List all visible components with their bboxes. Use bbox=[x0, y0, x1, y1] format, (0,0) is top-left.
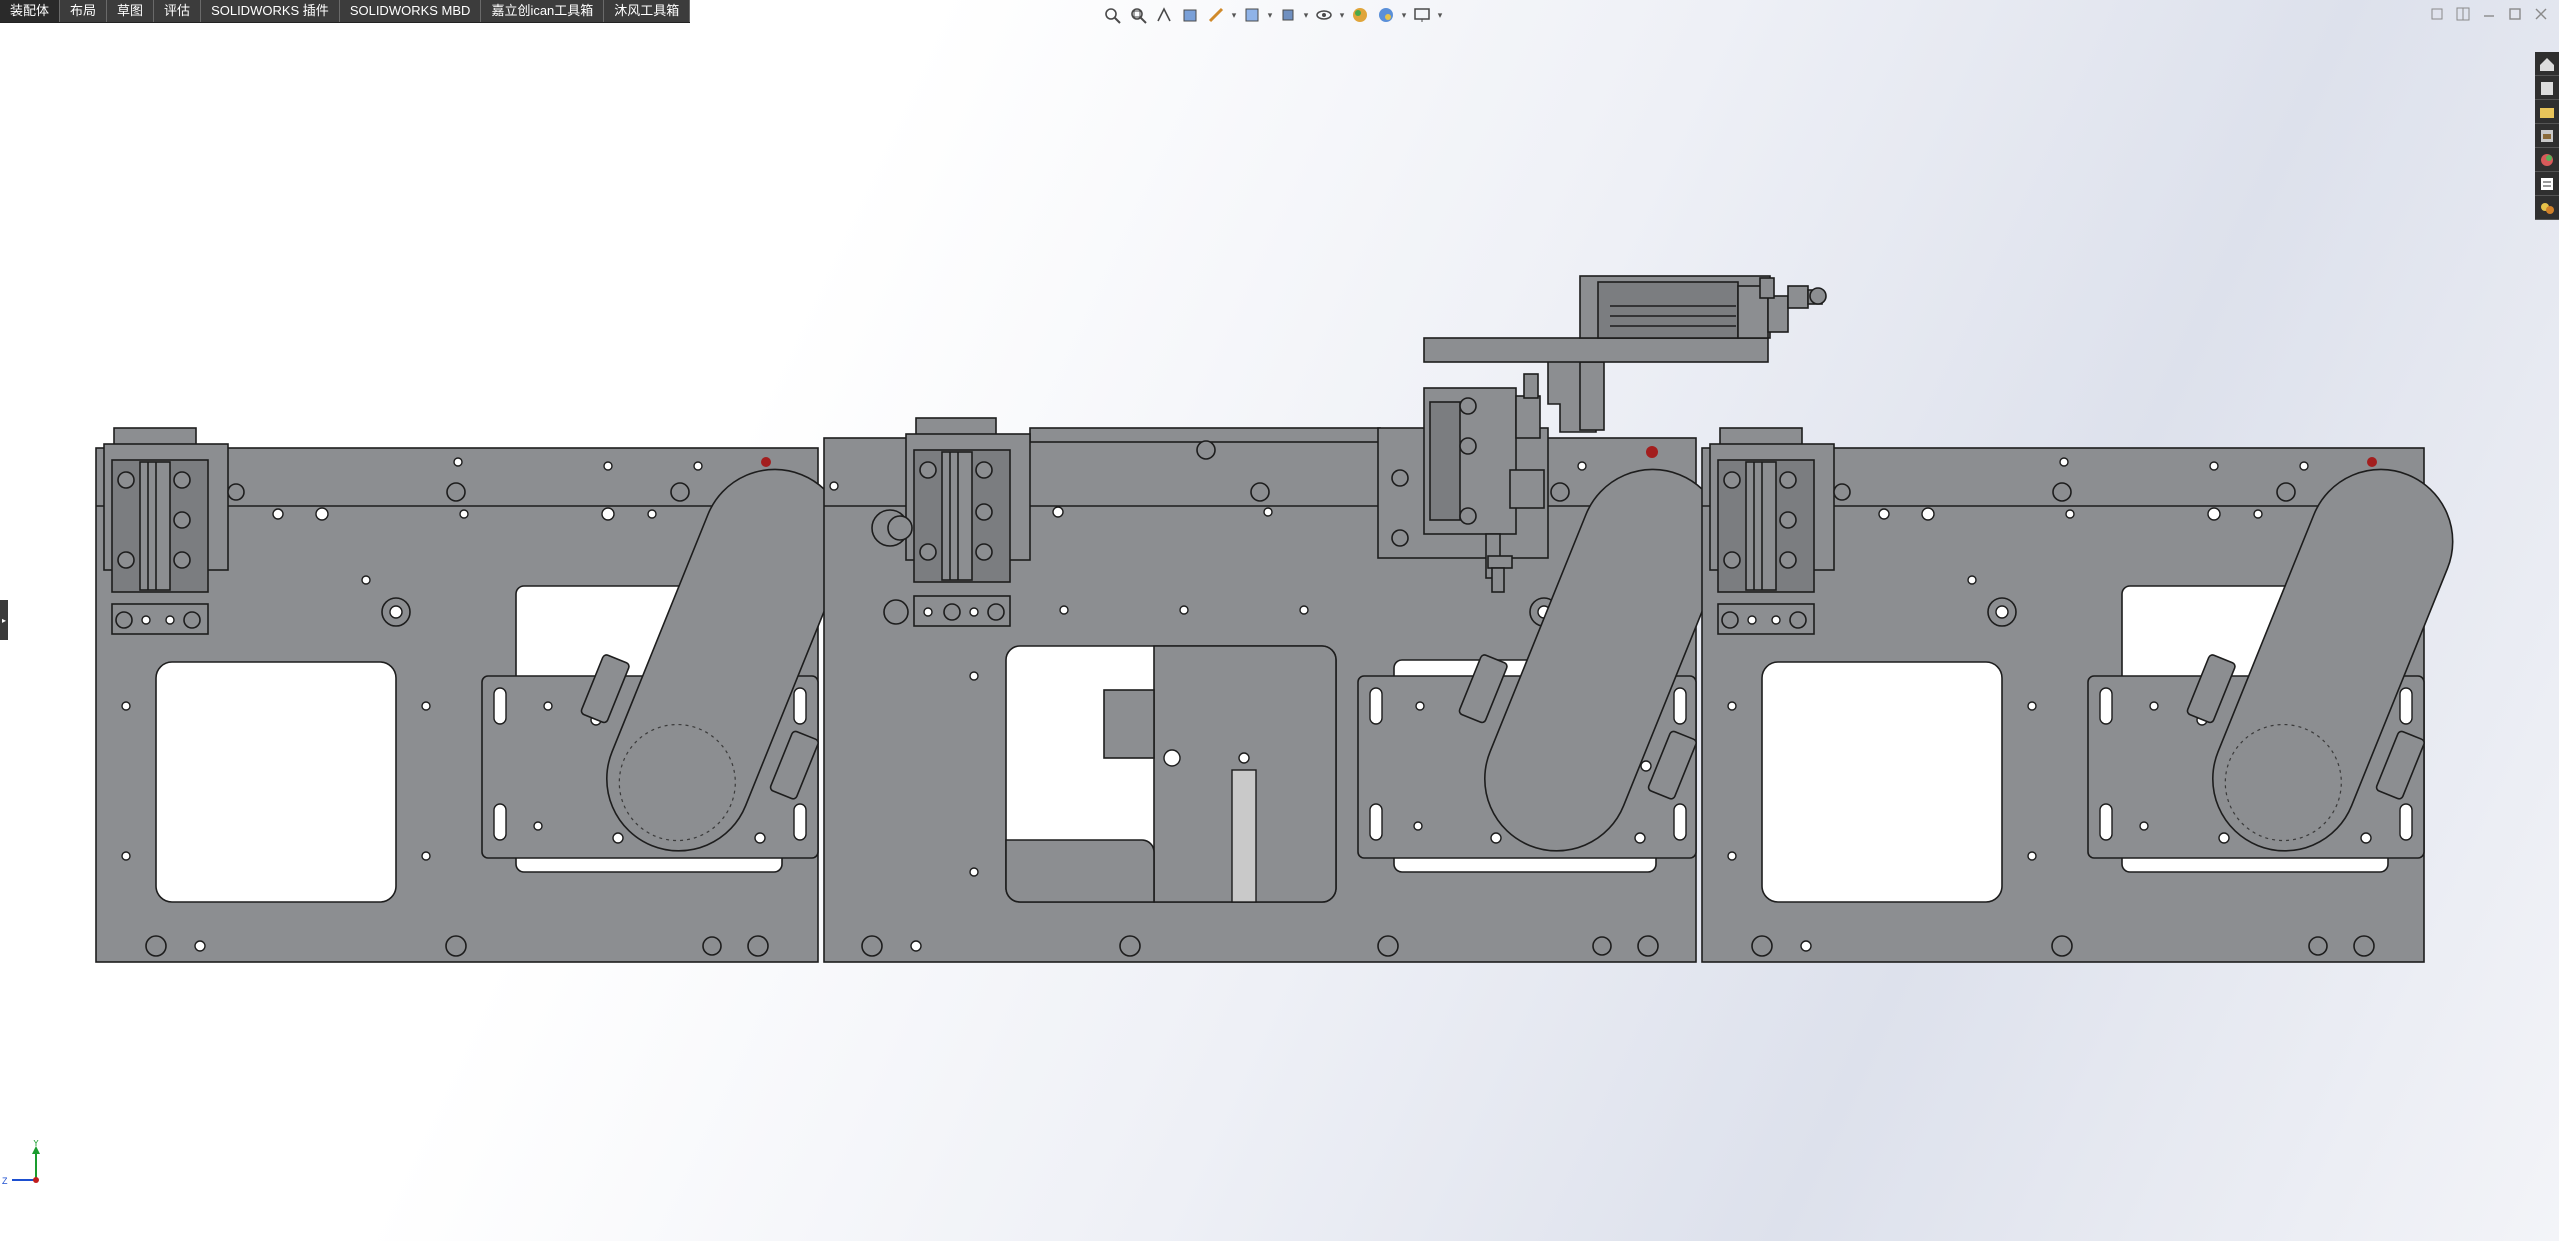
apply-scene-icon[interactable] bbox=[1374, 3, 1398, 27]
dropdown-caret-icon[interactable]: ▾ bbox=[1338, 3, 1346, 27]
tile-icon[interactable] bbox=[2453, 4, 2473, 24]
dropdown-caret-icon[interactable]: ▾ bbox=[1302, 3, 1310, 27]
tab-6[interactable]: 嘉立创ican工具箱 bbox=[481, 0, 605, 22]
restore-down-icon[interactable] bbox=[2427, 4, 2447, 24]
custom-properties-icon[interactable] bbox=[2535, 172, 2559, 196]
hide-show-items-icon[interactable] bbox=[1312, 3, 1336, 27]
command-manager-tabs: 装配体 布局 草图 评估 SOLIDWORKS 插件 SOLIDWORKS MBD 嘉立创i… bbox=[0, 0, 691, 23]
edit-appearance-icon[interactable] bbox=[1348, 3, 1372, 27]
center-module bbox=[823, 275, 1827, 963]
zoom-to-fit-icon[interactable] bbox=[1100, 3, 1124, 27]
previous-view-icon[interactable] bbox=[1152, 3, 1176, 27]
dropdown-caret-icon[interactable]: ▾ bbox=[1400, 3, 1408, 27]
view-palette-icon[interactable] bbox=[2535, 124, 2559, 148]
heads-up-view-toolbar: ▾ ▾ ▾ ▾ ▾ ▾ bbox=[1100, 2, 1444, 28]
appearances-icon[interactable] bbox=[2535, 148, 2559, 172]
design-library-icon[interactable] bbox=[2535, 76, 2559, 100]
close-icon[interactable] bbox=[2531, 4, 2551, 24]
dropdown-caret-icon[interactable]: ▾ bbox=[1436, 3, 1444, 27]
minimize-icon[interactable] bbox=[2479, 4, 2499, 24]
tab-1[interactable]: 布局 bbox=[60, 0, 108, 22]
dropdown-caret-icon[interactable]: ▾ bbox=[1266, 3, 1274, 27]
tab-7[interactable]: 沐风工具箱 bbox=[604, 0, 691, 22]
coordinate-triad: Y Z bbox=[0, 1138, 60, 1200]
section-view-icon[interactable] bbox=[1178, 3, 1202, 27]
maximize-icon[interactable] bbox=[2505, 4, 2525, 24]
file-explorer-icon[interactable] bbox=[2535, 100, 2559, 124]
tab-2[interactable]: 草图 bbox=[107, 0, 155, 22]
solidworks-resources-icon[interactable] bbox=[2535, 52, 2559, 76]
window-controls bbox=[2427, 4, 2551, 24]
tab-5[interactable]: SOLIDWORKS MBD bbox=[340, 0, 482, 22]
graphics-area[interactable]: .p{fill:#8c8e91;stroke:#1d1d1d;stroke-wi… bbox=[0, 0, 2559, 1241]
view-settings-icon[interactable] bbox=[1410, 3, 1434, 27]
tab-3[interactable]: 评估 bbox=[154, 0, 202, 22]
dropdown-caret-icon[interactable]: ▾ bbox=[1230, 3, 1238, 27]
right-module bbox=[1701, 427, 2454, 963]
feature-tree-toggle[interactable]: ▸ bbox=[0, 600, 8, 640]
dynamic-annotation-icon[interactable] bbox=[1204, 3, 1228, 27]
tab-4[interactable]: SOLIDWORKS 插件 bbox=[201, 0, 340, 22]
left-module bbox=[95, 427, 848, 963]
task-pane bbox=[2535, 52, 2559, 220]
display-style-icon[interactable] bbox=[1276, 3, 1300, 27]
solidworks-forum-icon[interactable] bbox=[2535, 196, 2559, 220]
zoom-to-area-icon[interactable] bbox=[1126, 3, 1150, 27]
view-orientation-icon[interactable] bbox=[1240, 3, 1264, 27]
triad-y-label: Y bbox=[33, 1140, 39, 1148]
triad-z-label: Z bbox=[2, 1176, 8, 1186]
tab-0[interactable]: 装配体 bbox=[0, 0, 61, 22]
